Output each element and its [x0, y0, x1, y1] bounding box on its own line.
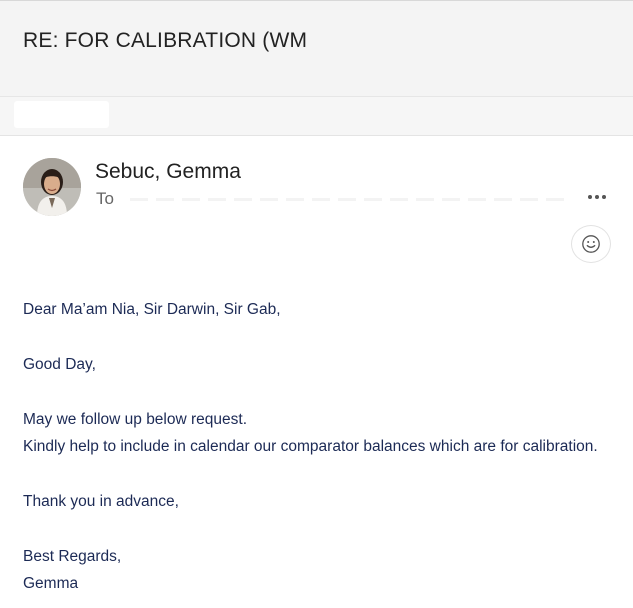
- react-button[interactable]: [571, 225, 611, 263]
- body-line-1: May we follow up below request.: [23, 411, 248, 428]
- email-body: Dear Ma’am Nia, Sir Darwin, Sir Gab, Goo…: [23, 296, 623, 597]
- more-horizontal-icon[interactable]: [584, 188, 610, 206]
- body-greeting: Dear Ma’am Nia, Sir Darwin, Sir Gab,: [23, 301, 281, 318]
- body-line-2: Kindly help to include in calendar our c…: [23, 438, 598, 455]
- body-closing: Best Regards,: [23, 548, 122, 565]
- avatar-photo: [23, 158, 81, 216]
- body-thanks: Thank you in advance,: [23, 493, 179, 510]
- email-subject: RE: FOR CALIBRATION (WM: [23, 29, 308, 52]
- subject-header: RE: FOR CALIBRATION (WM: [0, 0, 633, 97]
- body-salutation: Good Day,: [23, 356, 96, 373]
- recipients-redacted: [130, 198, 570, 201]
- body-signature: Gemma: [23, 575, 79, 592]
- to-label: To: [96, 189, 114, 208]
- sender-name[interactable]: Sebuc, Gemma: [95, 160, 241, 184]
- sender-avatar[interactable]: [23, 158, 81, 216]
- toolbar-chip[interactable]: [14, 101, 109, 128]
- smiley-face-icon: [582, 235, 600, 253]
- toolbar-strip: [0, 97, 633, 136]
